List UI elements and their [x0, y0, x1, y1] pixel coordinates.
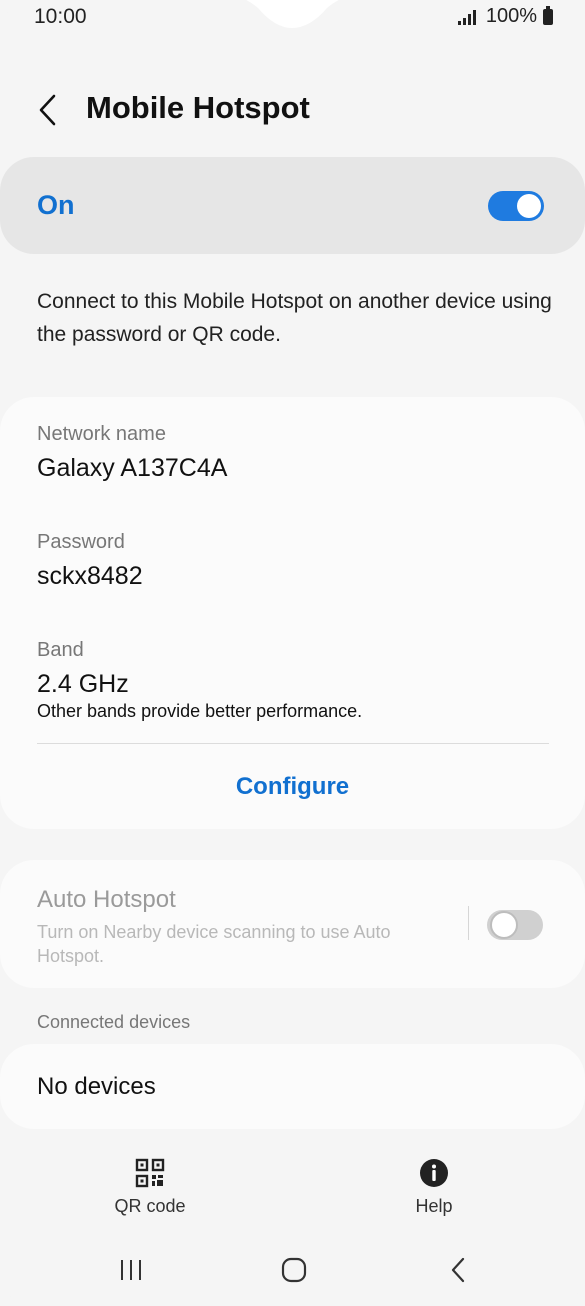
hotspot-description: Connect to this Mobile Hotspot on anothe…: [37, 290, 552, 346]
toggle-knob: [490, 911, 518, 939]
status-indicators: 100%: [457, 5, 553, 28]
auto-hotspot-description: Turn on Nearby device scanning to use Au…: [37, 922, 391, 966]
signal-icon: [457, 9, 476, 25]
card-divider: [37, 743, 549, 744]
auto-hotspot-card[interactable]: Auto Hotspot Turn on Nearby device scann…: [0, 860, 585, 988]
page-title: Mobile Hotspot: [86, 90, 310, 125]
battery-percent: 100%: [485, 5, 537, 27]
system-nav-bar: [0, 1246, 585, 1294]
auto-hotspot-toggle[interactable]: [487, 910, 543, 940]
password-value: sckx8482: [37, 562, 143, 590]
auto-hotspot-title: Auto Hotspot: [37, 886, 176, 913]
toggle-knob: [517, 194, 541, 218]
network-name-value: Galaxy A137C4A: [37, 454, 228, 482]
hotspot-toggle[interactable]: [488, 191, 544, 221]
band-label: Band: [37, 639, 84, 661]
no-devices-text: No devices: [37, 1073, 156, 1100]
network-name-label: Network name: [37, 423, 166, 445]
battery-icon: [543, 5, 553, 25]
back-arrow-icon[interactable]: [34, 90, 64, 130]
configure-button[interactable]: Configure: [0, 773, 585, 801]
qr-code-button[interactable]: QR code: [90, 1158, 210, 1217]
home-icon[interactable]: [274, 1254, 314, 1286]
band-value: 2.4 GHz: [37, 670, 129, 698]
help-button[interactable]: Help: [374, 1158, 494, 1217]
help-label: Help: [415, 1196, 453, 1216]
status-time: 10:00: [34, 5, 87, 28]
connected-devices-label: Connected devices: [37, 1012, 191, 1032]
qr-code-label: QR code: [114, 1196, 186, 1216]
network-info-card: Network name Galaxy A137C4A Password sck…: [0, 397, 585, 829]
connected-devices-card: No devices: [0, 1044, 585, 1129]
camera-notch: [246, 0, 339, 28]
band-note: Other bands provide better performance.: [37, 701, 363, 721]
master-switch-label: On: [37, 190, 75, 220]
info-icon: [420, 1159, 448, 1187]
password-label: Password: [37, 531, 125, 553]
qr-code-icon: [135, 1158, 165, 1188]
phone-screen: 10:00 100% Mobile Hotspot On Connect to …: [0, 0, 585, 1306]
recents-icon[interactable]: [111, 1254, 151, 1286]
app-header: Mobile Hotspot: [0, 82, 585, 138]
back-icon[interactable]: [438, 1254, 478, 1286]
status-bar: 10:00 100%: [0, 0, 585, 36]
vertical-divider: [468, 906, 469, 940]
